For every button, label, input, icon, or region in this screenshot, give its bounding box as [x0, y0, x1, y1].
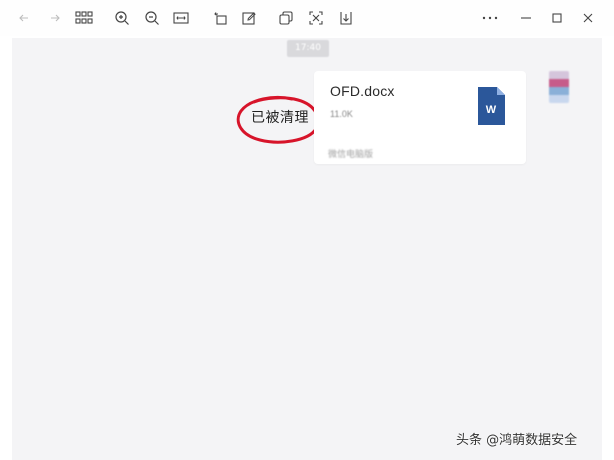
minimize-icon[interactable]	[516, 8, 536, 28]
word-icon-letter: W	[486, 104, 497, 116]
zoom-out-icon[interactable]	[142, 8, 162, 28]
file-name: OFD.docx	[330, 83, 395, 99]
scan-icon[interactable]	[306, 8, 326, 28]
word-doc-icon: W	[478, 87, 505, 125]
file-size: 11.0K	[330, 109, 353, 119]
fit-width-icon[interactable]	[171, 8, 191, 28]
image-viewer-window: 17:40 已被清理 OFD.docx 11.0K 微信电脑版 W 头条 @鸿萌…	[0, 0, 614, 460]
rotate-icon[interactable]	[210, 8, 230, 28]
copy-icon[interactable]	[276, 8, 296, 28]
grid-icon[interactable]	[74, 8, 94, 28]
more-icon[interactable]	[480, 8, 500, 28]
arrow-right-icon[interactable]	[45, 8, 65, 28]
maximize-icon[interactable]	[547, 8, 567, 28]
toolbar	[0, 0, 614, 36]
arrow-left-icon[interactable]	[14, 8, 34, 28]
watermark: 头条 @鸿萌数据安全	[456, 433, 578, 448]
file-status-label: 已被清理	[251, 110, 309, 126]
download-icon[interactable]	[336, 8, 356, 28]
zoom-in-icon[interactable]	[112, 8, 132, 28]
edit-icon[interactable]	[239, 8, 259, 28]
file-message-card[interactable]: OFD.docx 11.0K 微信电脑版 W	[314, 71, 526, 164]
file-source-label: 微信电脑版	[328, 150, 374, 160]
avatar	[549, 71, 569, 103]
close-icon[interactable]	[578, 8, 598, 28]
message-timestamp: 17:40	[287, 40, 329, 57]
